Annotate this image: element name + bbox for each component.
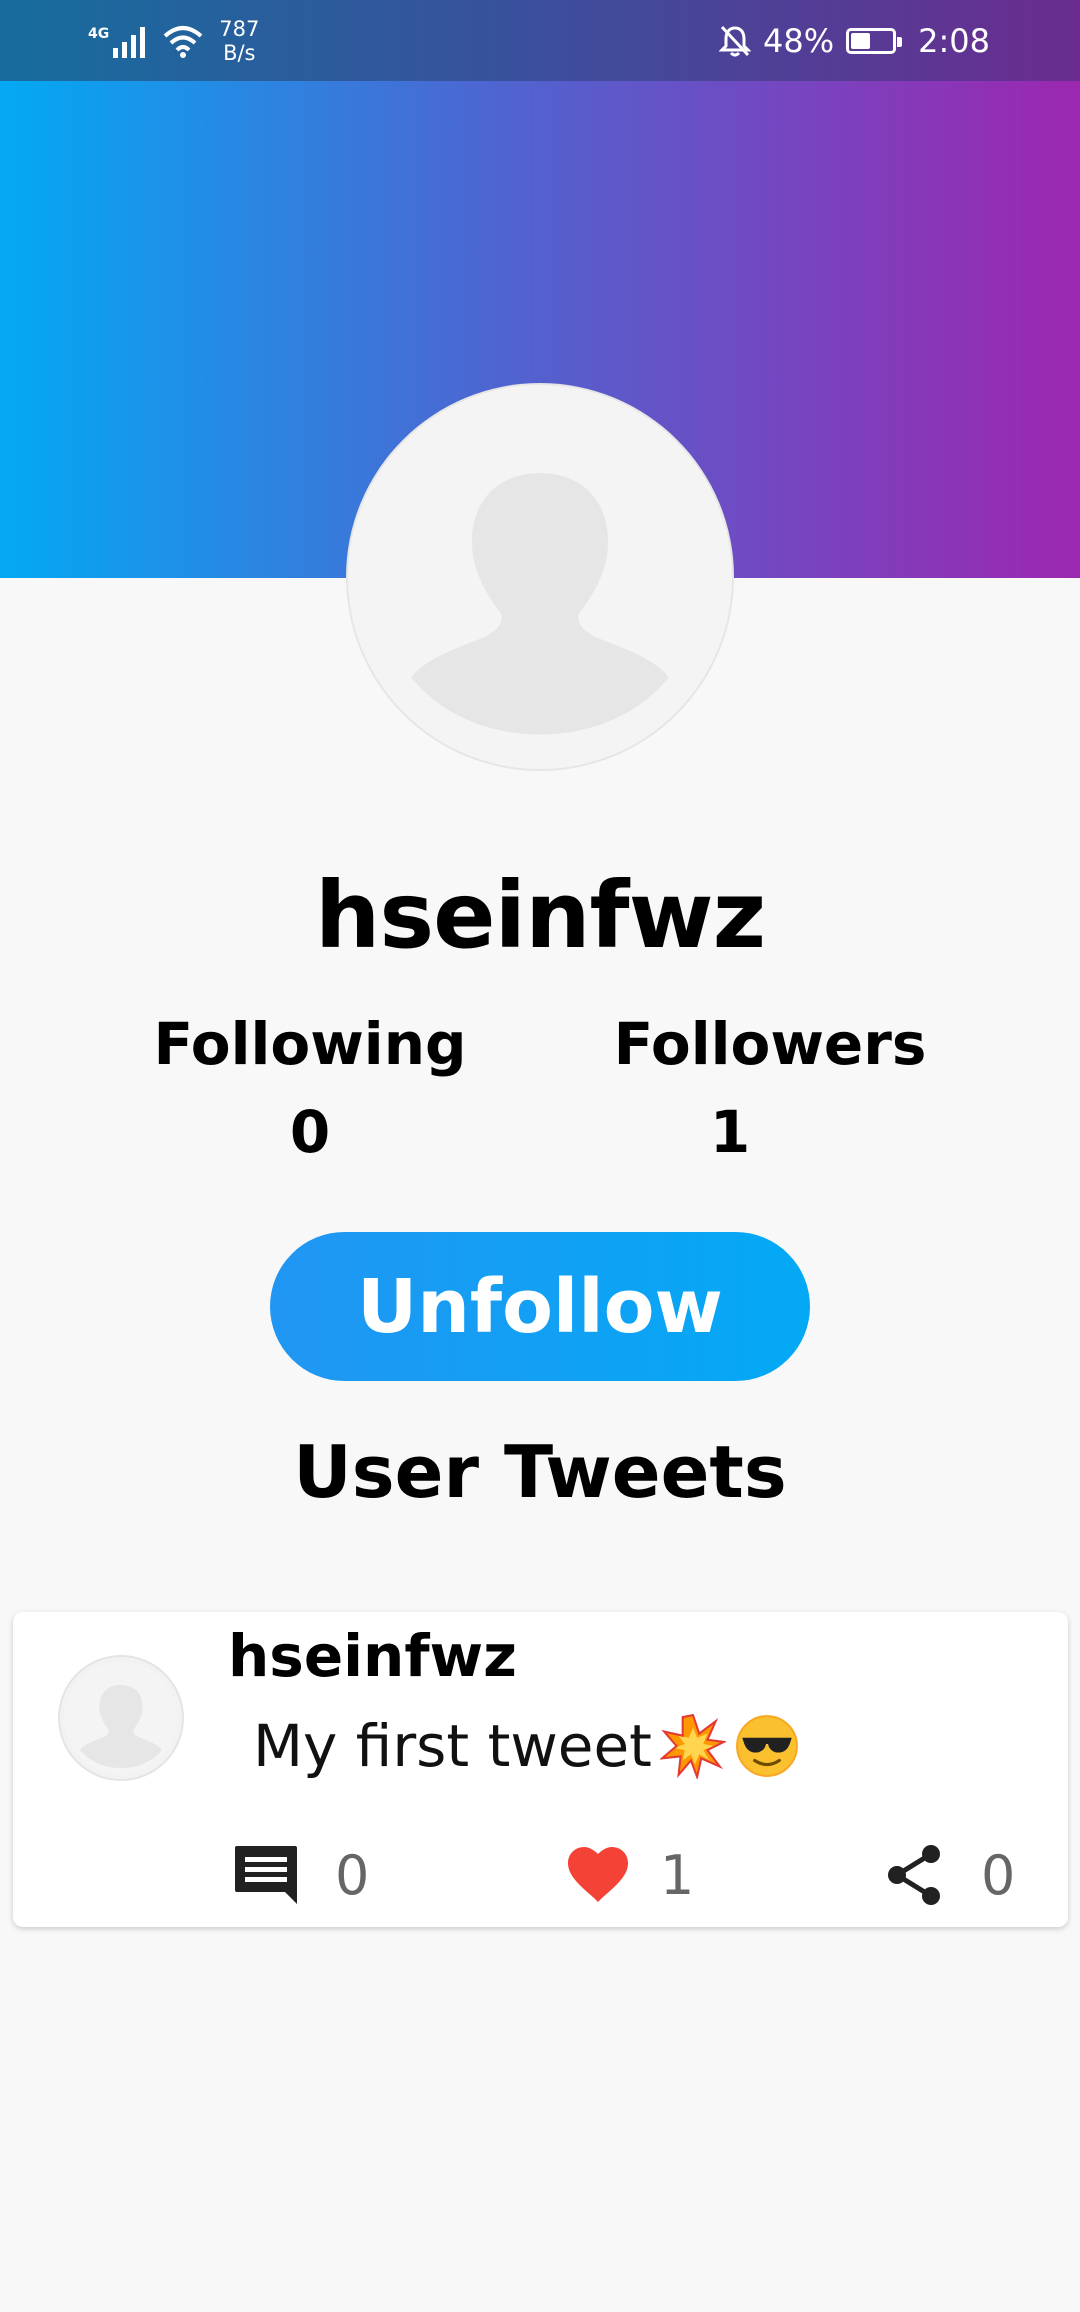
tweet-text-content: My first tweet [253, 1712, 652, 1780]
unfollow-button[interactable]: Unfollow [270, 1232, 810, 1381]
following-count[interactable]: 0 [150, 1098, 470, 1166]
sunglasses-emoji-icon: 😎 [734, 1713, 798, 1777]
tweet-emoji-2: 😎 [734, 1713, 735, 1714]
wifi-icon [163, 26, 203, 58]
person-silhouette-icon [64, 1661, 178, 1775]
like-count: 1 [660, 1843, 695, 1907]
followers-label[interactable]: Followers [610, 1010, 930, 1078]
profile-username: hseinfwz [314, 862, 766, 969]
network-speed: 787 B/s [219, 17, 259, 65]
tweet-emoji-1: 💥 [660, 1713, 662, 1714]
battery-icon [846, 27, 903, 54]
battery-level [851, 32, 871, 49]
tweet-username[interactable]: hseinfwz [228, 1622, 517, 1690]
comment-count: 0 [335, 1843, 370, 1907]
comment-action[interactable]: 0 [233, 1840, 369, 1910]
followers-count[interactable]: 1 [570, 1098, 890, 1166]
speed-value: 787 [219, 17, 260, 41]
network-type: 4G [88, 26, 110, 42]
tweet-actions: 0 1 0 [13, 1840, 1068, 1910]
section-title: User Tweets [293, 1430, 787, 1514]
speed-unit: B/s [223, 41, 256, 65]
share-count: 0 [981, 1843, 1016, 1907]
collision-emoji-icon: 💥 [659, 1713, 726, 1779]
tweet-card[interactable]: hseinfwz My first tweet 💥 😎 0 1 0 [13, 1612, 1068, 1927]
status-bar: 4G 787 B/s 48% 2:08 [0, 0, 1080, 81]
signal-icon [113, 27, 146, 58]
clock: 2:08 [918, 21, 990, 60]
tweet-text: My first tweet 💥 😎 [253, 1712, 800, 1780]
person-silhouette-icon [361, 398, 719, 756]
profile-avatar[interactable] [348, 385, 732, 769]
like-action[interactable]: 1 [566, 1840, 694, 1910]
following-label[interactable]: Following [150, 1010, 470, 1078]
share-icon [888, 1845, 940, 1905]
tweet-avatar[interactable] [60, 1657, 182, 1779]
heart-icon [568, 1847, 628, 1902]
bell-muted-icon [719, 25, 752, 56]
comment-icon [235, 1846, 297, 1904]
share-action[interactable]: 0 [885, 1840, 1015, 1910]
battery-percent: 48% [763, 21, 835, 60]
